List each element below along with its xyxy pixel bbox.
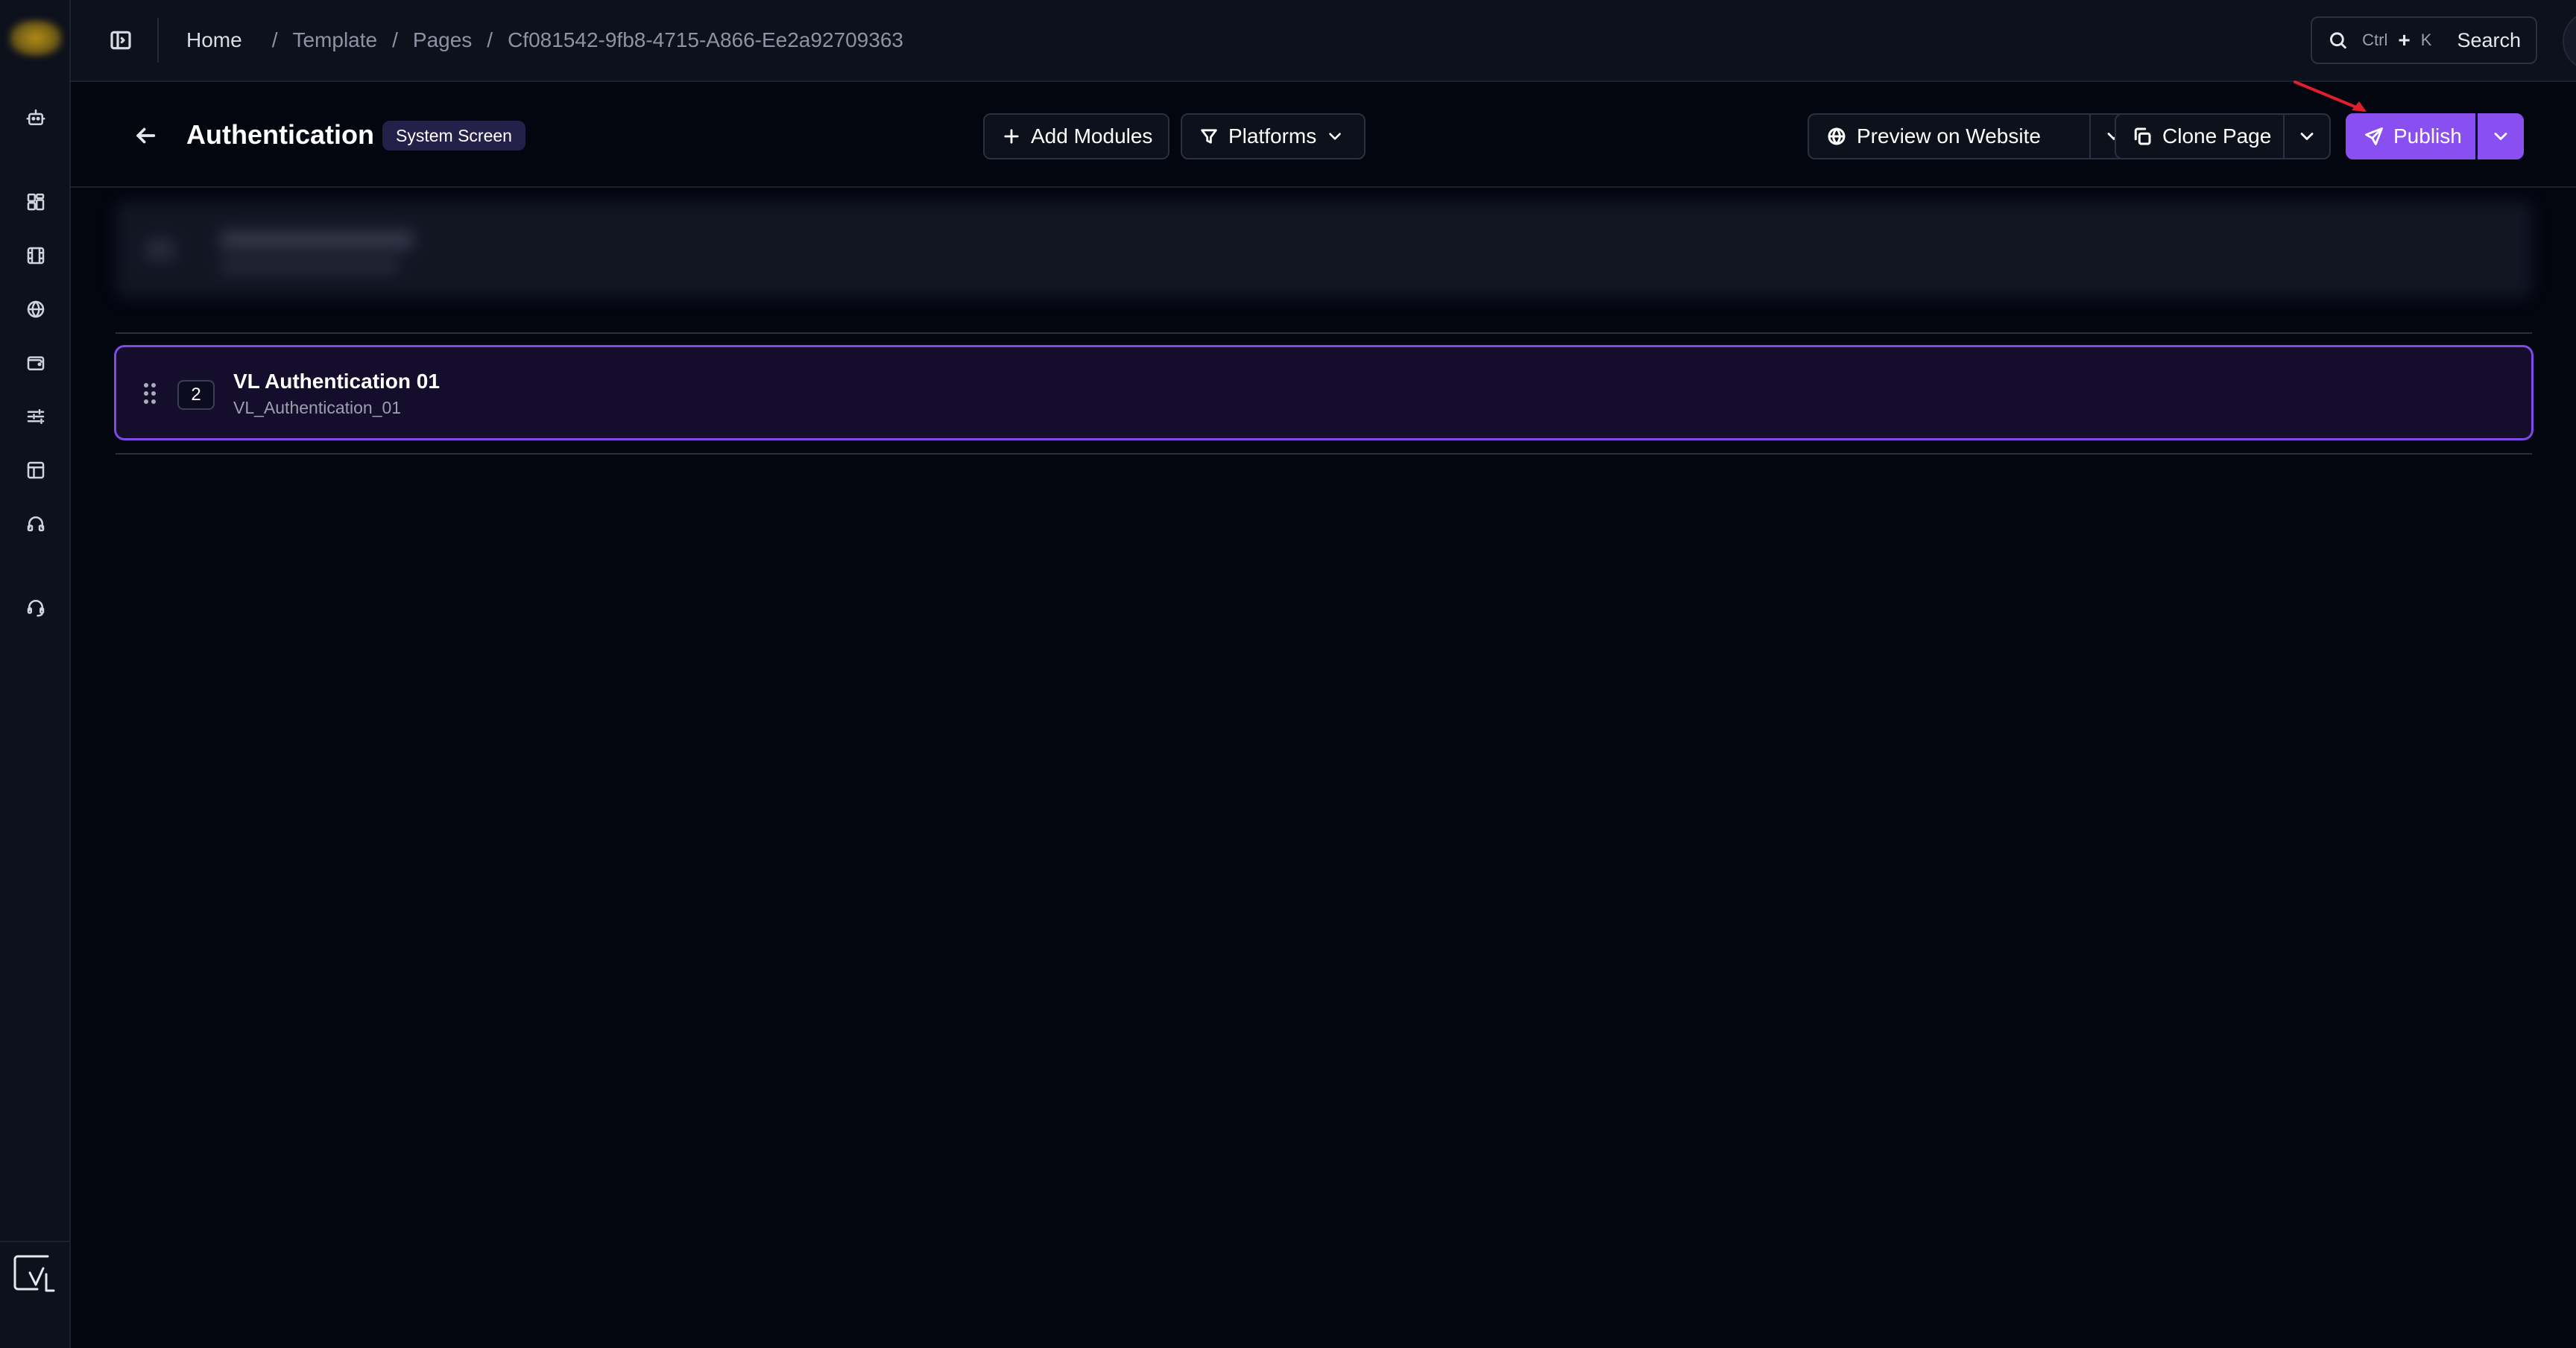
- breadcrumb-page-id: Cf081542-9fb8-4715-A866-Ee2a92709363: [508, 28, 903, 51]
- send-icon: [2365, 127, 2383, 145]
- shortcut-k: K: [2420, 31, 2432, 49]
- filter-icon: [1201, 129, 1217, 144]
- shortcut-plus: +: [2398, 28, 2411, 51]
- module-row-selected[interactable]: 2 VL Authentication 01 VL_Authentication…: [114, 345, 2534, 440]
- sidebar-divider: [0, 1241, 71, 1242]
- clone-page-button[interactable]: Clone Page: [2115, 113, 2285, 159]
- film-icon[interactable]: [21, 241, 51, 270]
- blurred-placeholder: [220, 231, 414, 249]
- chevron-down-icon: [1329, 133, 1342, 140]
- add-modules-button[interactable]: Add Modules: [983, 113, 1169, 159]
- search-button[interactable]: Ctrl + K Search: [2311, 16, 2537, 64]
- drag-handle-icon[interactable]: [139, 380, 161, 407]
- page-header: Authentication System Screen Add Modules…: [71, 83, 2576, 188]
- robot-icon[interactable]: [21, 103, 51, 133]
- annotation-arrow: [2294, 80, 2367, 112]
- add-modules-label: Add Modules: [1031, 124, 1153, 148]
- blurred-placeholder: [145, 238, 175, 261]
- page-title: Authentication: [186, 119, 374, 150]
- chevron-down-icon: [2300, 133, 2314, 140]
- blurred-placeholder: [220, 259, 399, 273]
- headset-icon[interactable]: [21, 592, 51, 622]
- globe-icon: [1828, 127, 1846, 145]
- platforms-filter-button[interactable]: Platforms: [1181, 113, 1366, 159]
- sliders-icon[interactable]: [21, 402, 51, 431]
- dashboard-icon[interactable]: [21, 187, 51, 217]
- shortcut-ctrl: Ctrl: [2362, 31, 2388, 49]
- search-label: Search: [2457, 28, 2521, 51]
- wallet-icon[interactable]: [21, 348, 51, 378]
- user-avatar[interactable]: GS: [2563, 11, 2576, 71]
- globe-icon[interactable]: [21, 294, 51, 324]
- search-icon: [2330, 32, 2346, 49]
- top-header: Home / Template / Pages / Cf081542-9fb8-…: [71, 0, 2576, 82]
- plus-icon: [1004, 129, 1019, 144]
- breadcrumb-separator: /: [271, 28, 278, 51]
- sidebar: [0, 0, 71, 1348]
- clone-options-dropdown[interactable]: [2283, 113, 2331, 159]
- module-order-number: 2: [177, 380, 215, 410]
- chevron-down-icon: [2494, 133, 2507, 140]
- breadcrumb: Home / Template / Pages / Cf081542-9fb8-…: [186, 24, 903, 57]
- vl-logo-icon[interactable]: [12, 1252, 58, 1295]
- copy-icon: [2134, 127, 2151, 145]
- publish-options-dropdown[interactable]: [2478, 113, 2524, 159]
- breadcrumb-template[interactable]: Template: [292, 28, 377, 52]
- module-title: VL Authentication 01: [233, 370, 440, 393]
- blurred-module-row: [116, 201, 2532, 298]
- platforms-label: Platforms: [1228, 124, 1317, 148]
- breadcrumb-pages[interactable]: Pages: [413, 28, 472, 52]
- back-arrow-icon[interactable]: [130, 121, 160, 151]
- publish-label: Publish: [2393, 124, 2462, 148]
- publish-button[interactable]: Publish: [2346, 113, 2475, 159]
- row-divider: [116, 332, 2532, 334]
- clone-label: Clone Page: [2162, 124, 2272, 148]
- system-screen-badge: System Screen: [382, 121, 525, 151]
- sidebar-toggle-icon[interactable]: [106, 25, 136, 55]
- breadcrumb-home[interactable]: Home: [186, 28, 242, 52]
- breadcrumb-separator: /: [392, 28, 398, 51]
- preview-on-website-button[interactable]: Preview on Website: [1808, 113, 2091, 159]
- headphones-icon[interactable]: [21, 509, 51, 539]
- preview-label: Preview on Website: [1857, 124, 2041, 148]
- row-divider: [116, 453, 2532, 455]
- header-divider: [157, 18, 159, 63]
- layout-icon[interactable]: [21, 455, 51, 485]
- breadcrumb-separator: /: [487, 28, 493, 51]
- module-identifier: VL_Authentication_01: [233, 398, 402, 417]
- app-logo[interactable]: [9, 19, 63, 57]
